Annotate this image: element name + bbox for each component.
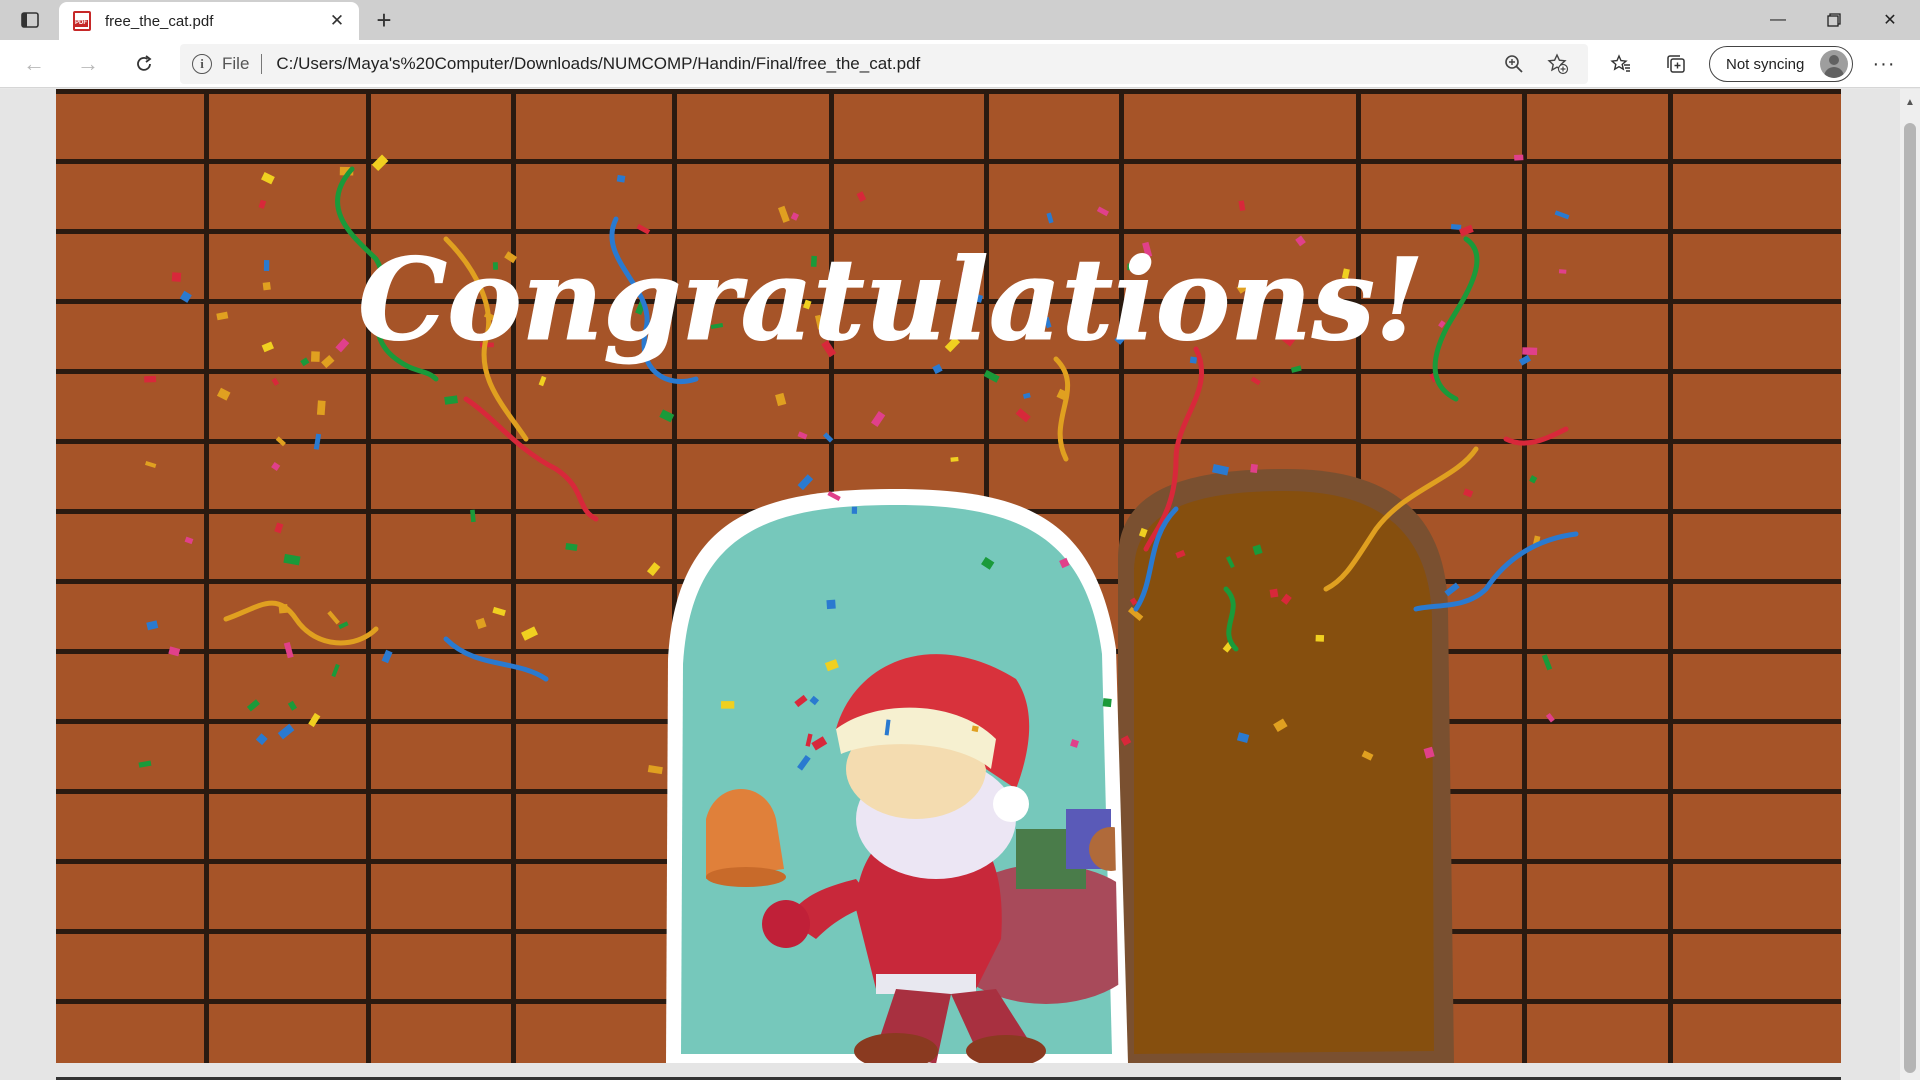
close-window-button[interactable]: ✕ <box>1862 0 1918 40</box>
tab-active[interactable]: free_the_cat.pdf ✕ <box>59 2 359 40</box>
tab-actions-icon[interactable] <box>16 8 44 32</box>
profile-button[interactable]: Not syncing <box>1709 46 1853 82</box>
pdf-viewer: Congratulations! <box>0 89 1920 1080</box>
profile-label: Not syncing <box>1726 55 1805 73</box>
more-icon[interactable]: ··· <box>1866 46 1902 82</box>
info-icon[interactable]: i <box>192 54 212 74</box>
url-scheme: File <box>222 54 250 73</box>
tab-strip: free_the_cat.pdf ✕ + — ✕ <box>0 0 1920 40</box>
refresh-icon[interactable] <box>126 46 162 82</box>
congratulations-heading: Congratulations! <box>358 235 1424 366</box>
address-bar[interactable]: i File C:/Users/Maya's%20Computer/Downlo… <box>180 44 1588 84</box>
pdf-file-icon <box>73 11 91 31</box>
collections-icon[interactable] <box>1658 46 1694 82</box>
page-illustration: Congratulations! <box>56 89 1841 1063</box>
scroll-up-icon[interactable]: ▲ <box>1900 95 1920 109</box>
divider <box>261 54 263 74</box>
forward-arrow-icon[interactable]: → <box>70 46 106 82</box>
zoom-icon[interactable] <box>1496 46 1532 82</box>
vertical-scrollbar[interactable]: ▲ <box>1900 89 1920 1080</box>
scrollbar-thumb[interactable] <box>1904 123 1916 1073</box>
back-arrow-icon[interactable]: ← <box>16 46 52 82</box>
favorites-icon[interactable] <box>1603 46 1639 82</box>
avatar <box>1820 50 1848 78</box>
add-favorite-icon[interactable] <box>1540 46 1576 82</box>
restore-button[interactable] <box>1806 0 1862 40</box>
wooden-door <box>1118 469 1454 1063</box>
toolbar: ← → i File C:/Users/Maya's%20Computer/Do… <box>0 40 1920 88</box>
tab-close-icon[interactable]: ✕ <box>327 11 347 31</box>
tab-title: free_the_cat.pdf <box>105 12 214 30</box>
new-tab-button[interactable]: + <box>368 4 400 36</box>
minimize-button[interactable]: — <box>1750 0 1806 40</box>
pdf-page: Congratulations! <box>56 89 1841 1063</box>
url-text[interactable]: C:/Users/Maya's%20Computer/Downloads/NUM… <box>276 54 1488 74</box>
